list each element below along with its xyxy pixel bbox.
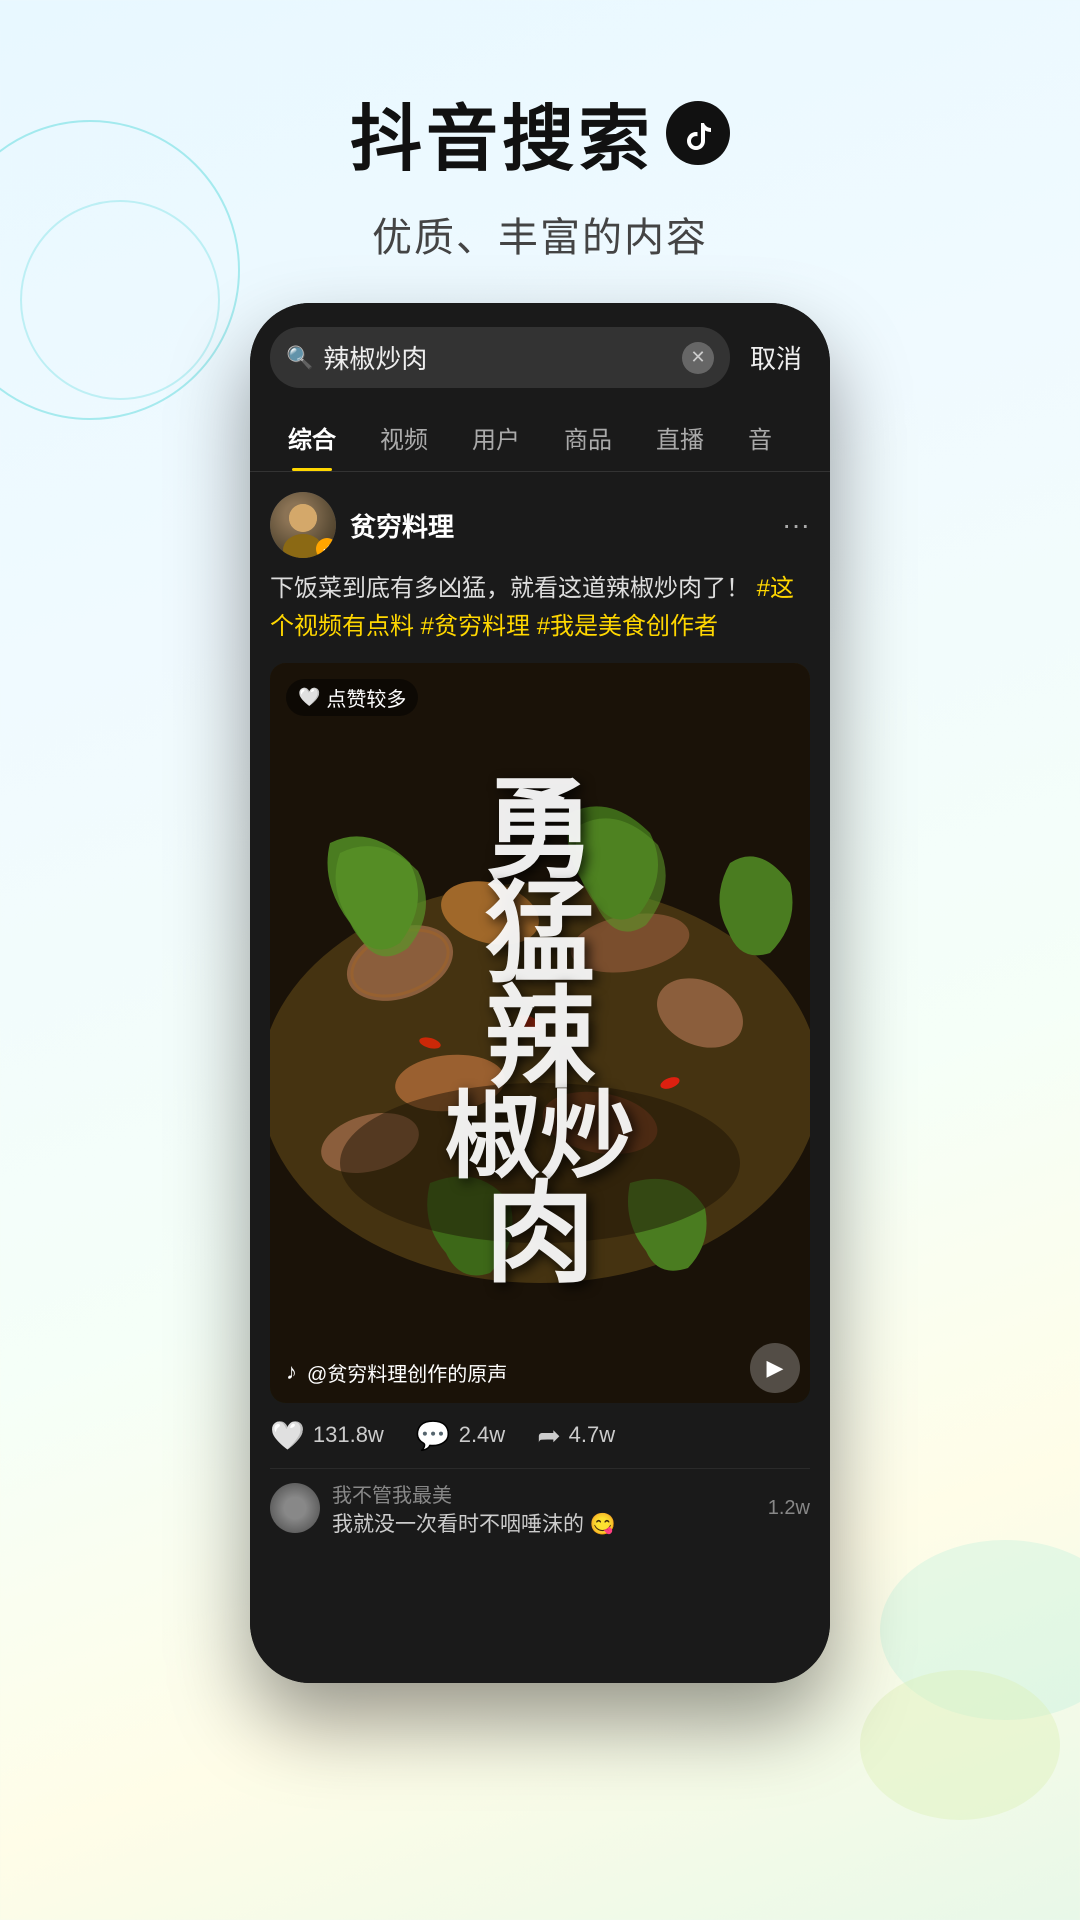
video-title-char2: 猛: [445, 883, 635, 988]
sound-bar: ♪ @贫穷料理创作的原声: [286, 1358, 750, 1387]
tab-audio[interactable]: 音: [726, 404, 794, 471]
avatar[interactable]: ✓: [270, 492, 336, 558]
app-subtitle: 优质、丰富的内容: [0, 205, 1080, 263]
more-options-button[interactable]: ···: [782, 509, 810, 541]
play-icon: ▶: [767, 1355, 784, 1381]
bg-decoration-blob2: [860, 1670, 1060, 1820]
phone-mockup: 🔍 辣椒炒肉 ✕ 取消 综合 视频 用户: [0, 303, 1080, 1683]
comment-author[interactable]: 我不管我最美: [332, 1479, 756, 1508]
comment-body: 我就没一次看时不咽唾沫的 😋: [332, 1508, 756, 1538]
comment-avatar: [270, 1483, 320, 1533]
comments-count: 2.4w: [459, 1422, 505, 1448]
tab-product[interactable]: 商品: [542, 404, 634, 471]
search-input-wrapper[interactable]: 🔍 辣椒炒肉 ✕: [270, 327, 730, 388]
video-title-char3: 辣: [445, 988, 635, 1093]
engagement-bar: 🤍 131.8w 💬 2.4w ➦ 4.7w: [250, 1403, 830, 1468]
heart-icon: 🤍: [270, 1419, 305, 1452]
search-query-text: 辣椒炒肉: [323, 339, 672, 376]
post-header: ✓ 贫穷料理 ···: [250, 472, 830, 570]
shares-count: 4.7w: [569, 1422, 615, 1448]
video-title-char1: 勇: [445, 779, 635, 884]
video-popular-label: 🤍 点赞较多: [286, 679, 418, 716]
hashtag-2[interactable]: #贫穷料理: [421, 613, 537, 640]
search-icon: 🔍: [286, 345, 313, 371]
tiktok-logo-icon: [666, 101, 730, 165]
comment-icon: 💬: [416, 1419, 451, 1452]
clear-icon: ✕: [690, 347, 705, 368]
post-description: 下饭菜到底有多凶猛，就看这道辣椒炒肉了！ #这个视频有点料 #贫穷料理 #我是美…: [250, 570, 830, 663]
music-icon: ♪: [286, 1359, 297, 1385]
phone-screen: 🔍 辣椒炒肉 ✕ 取消 综合 视频 用户: [250, 303, 830, 1683]
comment-text-wrap: 我不管我最美 我就没一次看时不咽唾沫的 😋: [332, 1479, 756, 1538]
verified-icon: ✓: [322, 542, 332, 556]
likes-count: 131.8w: [313, 1422, 384, 1448]
verified-badge: ✓: [316, 538, 336, 558]
heart-icon: 🤍: [298, 687, 320, 708]
tab-user[interactable]: 用户: [450, 404, 542, 471]
share-icon: ➦: [537, 1419, 560, 1452]
video-title-overlay: 勇 猛 辣 椒炒 肉: [445, 779, 635, 1287]
sound-source-text: @贫穷料理创作的原声: [307, 1358, 750, 1387]
comments-item[interactable]: 💬 2.4w: [416, 1419, 505, 1452]
hashtag-3[interactable]: #我是美食创作者: [537, 613, 718, 640]
food-image: 勇 猛 辣 椒炒 肉: [270, 663, 810, 1403]
video-title-char4: 椒炒: [445, 1092, 635, 1182]
content-area: ✓ 贫穷料理 ··· 下饭菜到底有多凶猛，就看这道辣椒炒肉了！ #这个视频有点料…: [250, 472, 830, 1683]
tab-comprehensive[interactable]: 综合: [266, 404, 358, 471]
likes-item[interactable]: 🤍 131.8w: [270, 1419, 384, 1452]
title-text: 抖音搜索: [350, 80, 654, 185]
app-title: 抖音搜索: [0, 80, 1080, 185]
comment-section: 我不管我最美 我就没一次看时不咽唾沫的 😋 1.2w: [250, 1468, 830, 1548]
video-title-char5: 肉: [445, 1182, 635, 1287]
search-tabs: 综合 视频 用户 商品 直播 音: [250, 404, 830, 472]
popular-label-text: 点赞较多: [326, 683, 406, 712]
video-thumbnail[interactable]: 🤍 点赞较多: [270, 663, 810, 1403]
phone-frame: 🔍 辣椒炒肉 ✕ 取消 综合 视频 用户: [250, 303, 830, 1683]
cancel-button[interactable]: 取消: [742, 339, 810, 376]
play-button[interactable]: ▶: [750, 1343, 800, 1393]
username[interactable]: 贫穷料理: [350, 507, 768, 544]
post-description-text: 下饭菜到底有多凶猛，就看这道辣椒炒肉了！: [270, 575, 750, 602]
comment-item: 我不管我最美 我就没一次看时不咽唾沫的 😋 1.2w: [270, 1468, 810, 1548]
tab-video[interactable]: 视频: [358, 404, 450, 471]
comment-like-count: 1.2w: [768, 1497, 810, 1520]
shares-item[interactable]: ➦ 4.7w: [537, 1419, 615, 1452]
search-bar: 🔍 辣椒炒肉 ✕ 取消: [250, 303, 830, 404]
tab-live[interactable]: 直播: [634, 404, 726, 471]
header: 抖音搜索 优质、丰富的内容: [0, 0, 1080, 303]
clear-button[interactable]: ✕: [682, 342, 714, 374]
